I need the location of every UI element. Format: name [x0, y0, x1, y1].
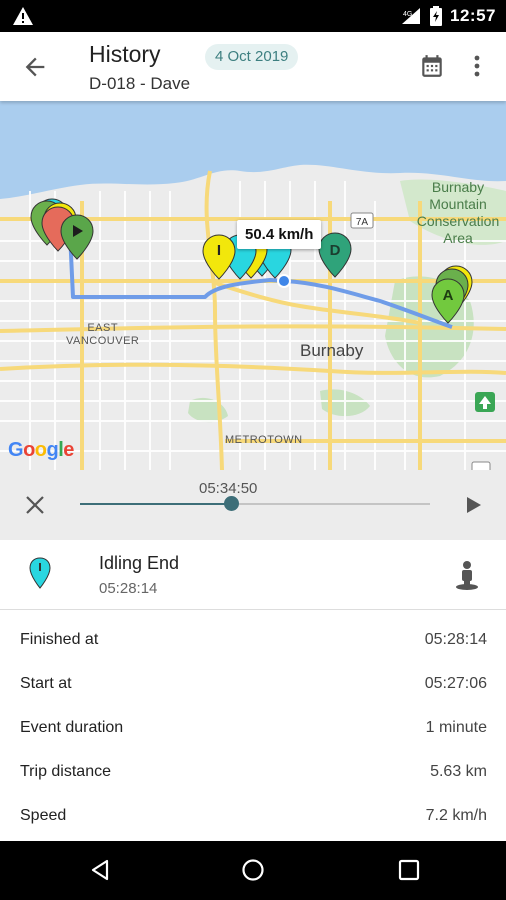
person-pin-icon[interactable] — [455, 560, 479, 590]
nav-back-icon[interactable] — [88, 858, 112, 882]
event-time: 05:28:14 — [99, 580, 158, 597]
detail-value: 5.63 km — [430, 763, 487, 780]
map-canvas: I D A 7A — [0, 101, 506, 470]
vehicle-subtitle: D-018 - Dave — [89, 74, 191, 93]
idling-pin-icon — [29, 557, 51, 589]
playback-timecode: 05:34:50 — [199, 480, 258, 497]
detail-row-start: Start at 05:27:06 — [0, 665, 506, 709]
detail-value: 7.2 km/h — [425, 807, 487, 824]
playback-thumb[interactable] — [223, 496, 239, 511]
map-label-east-vancouver: EAST VANCOUVER — [66, 322, 140, 347]
event-title: Idling End — [99, 553, 180, 573]
arrow-left-icon[interactable] — [21, 53, 49, 81]
map-label-park: Burnaby Mountain Conservation Area — [416, 179, 500, 246]
detail-label: Finished at — [20, 631, 99, 648]
system-nav-bar — [0, 841, 506, 900]
map-label-burnaby: Burnaby — [300, 341, 364, 360]
event-details: Finished at 05:28:14 Start at 05:27:06 E… — [0, 611, 506, 825]
close-icon[interactable] — [24, 494, 46, 516]
warning-icon — [13, 7, 33, 25]
playback-slider[interactable] — [80, 496, 430, 511]
detail-value: 05:28:14 — [424, 631, 487, 648]
detail-row-speed: Speed 7.2 km/h — [0, 797, 506, 825]
date-chip[interactable]: 4 Oct 2019 — [205, 44, 299, 70]
play-icon[interactable] — [465, 495, 483, 515]
detail-row-distance: Trip distance 5.63 km — [0, 753, 506, 797]
marker-idle-letter: I — [217, 242, 221, 259]
detail-label: Trip distance — [20, 763, 111, 780]
signal-icon: 4G — [402, 8, 421, 24]
page-title: History — [89, 41, 161, 67]
nav-home-icon[interactable] — [241, 858, 265, 882]
marker-end-letter: D — [330, 242, 341, 259]
playback-progress — [80, 503, 231, 505]
calendar-icon[interactable] — [419, 53, 445, 79]
highway-label: 7A — [356, 217, 369, 228]
detail-label: Speed — [20, 807, 67, 824]
map-view[interactable]: I D A 7A EAST VANCOUVER Burnaby METROTOW… — [0, 101, 506, 470]
detail-value: 1 minute — [425, 719, 487, 736]
detail-row-duration: Event duration 1 minute — [0, 709, 506, 753]
marker-arrive-letter: A — [443, 287, 454, 304]
nav-recents-icon[interactable] — [397, 858, 421, 882]
detail-label: Event duration — [20, 719, 124, 736]
app-bar: History 4 Oct 2019 D-018 - Dave — [0, 32, 506, 101]
clock: 12:57 — [450, 6, 496, 25]
google-logo: Google — [8, 439, 74, 461]
more-vert-icon[interactable] — [466, 54, 488, 78]
playback-bar: 05:34:50 — [0, 470, 506, 540]
event-header[interactable]: Idling End 05:28:14 — [0, 540, 506, 610]
speed-tooltip: 50.4 km/h — [237, 220, 322, 249]
detail-value: 05:27:06 — [424, 675, 487, 692]
svg-text:4G: 4G — [403, 11, 412, 18]
battery-icon — [430, 6, 443, 26]
map-label-metrotown: METROTOWN — [225, 434, 303, 446]
detail-row-finished: Finished at 05:28:14 — [0, 621, 506, 665]
detail-label: Start at — [20, 675, 72, 692]
current-position-dot — [279, 276, 289, 286]
status-bar: 4G 12:57 — [0, 0, 506, 32]
